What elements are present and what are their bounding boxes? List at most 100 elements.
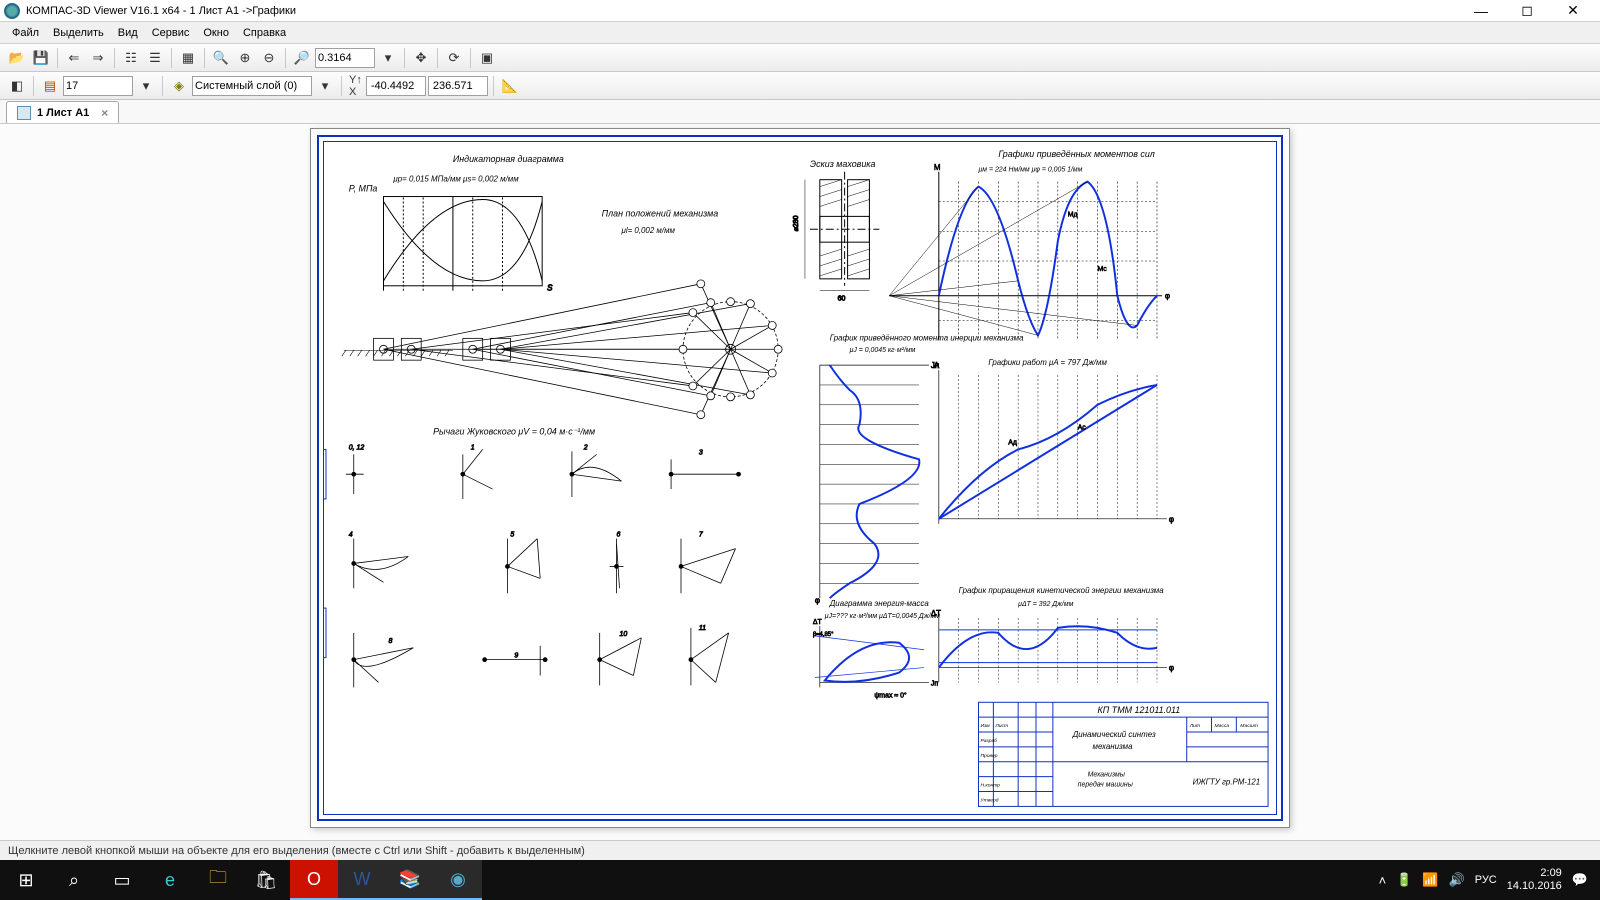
menu-select[interactable]: Выделить xyxy=(47,25,110,41)
menu-window[interactable]: Окно xyxy=(197,25,235,41)
redraw-icon[interactable]: ⟳ xyxy=(443,47,465,69)
svg-text:Aс: Aс xyxy=(1078,425,1087,432)
pan-icon[interactable]: ✥ xyxy=(410,47,432,69)
language-indicator[interactable]: РУС xyxy=(1475,874,1497,886)
svg-text:Провер: Провер xyxy=(980,753,997,759)
close-button[interactable]: ✕ xyxy=(1550,1,1596,21)
menu-help[interactable]: Справка xyxy=(237,25,292,41)
zoom-value-combo[interactable] xyxy=(315,48,375,68)
toolbar-view: ◧ ▤ ▾ ◈ ▾ Y↑X 📐 xyxy=(0,72,1600,100)
svg-text:8: 8 xyxy=(388,638,392,645)
kompas-taskbar-icon[interactable]: ◉ xyxy=(434,860,482,900)
svg-text:μp= 0,015 МПа/мм μs= 0,002 м: μp= 0,015 МПа/мм μs= 0,002 м/мм xyxy=(392,175,519,184)
svg-text:M: M xyxy=(934,163,941,172)
zoom-window-icon[interactable]: 🔎 xyxy=(291,47,313,69)
tab-close-icon[interactable]: × xyxy=(101,106,108,120)
svg-text:Лит: Лит xyxy=(1189,723,1200,729)
svg-text:Эскиз маховика: Эскиз маховика xyxy=(810,159,876,169)
coord-x-field[interactable] xyxy=(366,76,426,96)
svg-text:9: 9 xyxy=(514,653,518,660)
open-file-icon[interactable]: 📂 xyxy=(6,47,28,69)
drawing-canvas[interactable]: Индикаторная диаграмма P, МПа μp= 0,015 … xyxy=(0,124,1600,840)
statusbar: Щелкните левой кнопкой мыши на объекте д… xyxy=(0,840,1600,860)
windows-taskbar: ⊞ ⌕ ▭ e 🗀 🛍 O W 📚 ◉ ˄ 🔋 📶 🔊 РУС 2:09 14.… xyxy=(0,860,1600,900)
svg-text:μJ=??? кг·м²/мм μΔT=0,0045 Д: μJ=??? кг·м²/мм μΔT=0,0045 Дж/мм xyxy=(824,613,940,620)
edge-icon[interactable]: e xyxy=(146,860,194,900)
svg-text:11: 11 xyxy=(699,625,706,632)
document-icon xyxy=(17,106,31,120)
left-panel-icon[interactable]: ◧ xyxy=(6,75,28,97)
svg-text:План положений механизма: План положений механизма xyxy=(602,208,719,218)
wifi-icon[interactable]: 📶 xyxy=(1422,872,1438,888)
svg-text:Графики приведённых моментов с: Графики приведённых моментов сил xyxy=(998,149,1155,159)
svg-text:Индикаторная диаграмма: Индикаторная диаграмма xyxy=(453,154,564,164)
svg-text:механизма: механизма xyxy=(1093,742,1134,751)
sheet: Индикаторная диаграмма P, МПа μp= 0,015 … xyxy=(310,128,1290,828)
svg-text:Лист: Лист xyxy=(994,723,1008,729)
sheet-icon[interactable]: ▤ xyxy=(39,75,61,97)
svg-text:2: 2 xyxy=(583,444,588,451)
store-icon[interactable]: 🛍 xyxy=(242,860,290,900)
maximize-button[interactable]: ◻ xyxy=(1504,1,1550,21)
coord-y-field[interactable] xyxy=(428,76,488,96)
volume-icon[interactable]: 🔊 xyxy=(1449,872,1465,888)
layer-icon[interactable]: ◈ xyxy=(168,75,190,97)
nav-forward-icon[interactable]: ⇒ xyxy=(87,47,109,69)
svg-text:ΔT: ΔT xyxy=(813,619,823,626)
nav-back-icon[interactable]: ⇐ xyxy=(63,47,85,69)
drawing-content: Индикаторная диаграмма P, МПа μp= 0,015 … xyxy=(324,142,1276,816)
svg-text:Механизмы: Механизмы xyxy=(1088,772,1125,779)
menu-service[interactable]: Сервис xyxy=(146,25,196,41)
action-center-icon[interactable]: 💬 xyxy=(1572,872,1588,888)
explorer-icon[interactable]: 🗀 xyxy=(194,860,242,900)
svg-text:Mд: Mд xyxy=(1068,211,1078,218)
svg-text:μJ = 0,0045 кг·м²/мм: μJ = 0,0045 кг·м²/мм xyxy=(849,347,916,354)
zoom-in-icon[interactable]: ⊕ xyxy=(234,47,256,69)
properties-icon[interactable]: ▦ xyxy=(177,47,199,69)
window-title: КОМПАС-3D Viewer V16.1 x64 - 1 Лист А1 -… xyxy=(26,5,1458,17)
svg-text:4: 4 xyxy=(349,532,353,539)
window-titlebar: КОМПАС-3D Viewer V16.1 x64 - 1 Лист А1 -… xyxy=(0,0,1600,22)
svg-text:φ: φ xyxy=(1165,292,1170,301)
number-dropdown-icon[interactable]: ▾ xyxy=(135,75,157,97)
zoom-out-icon[interactable]: ⊖ xyxy=(258,47,280,69)
svg-text:Масса: Масса xyxy=(1215,723,1230,729)
svg-text:6: 6 xyxy=(617,532,621,539)
minimize-button[interactable]: — xyxy=(1458,1,1504,21)
word-icon[interactable]: W xyxy=(338,860,386,900)
svg-text:Диаграмма энергия-масса: Диаграмма энергия-масса xyxy=(829,599,930,608)
start-button[interactable]: ⊞ xyxy=(2,860,50,900)
layer-combo[interactable] xyxy=(192,76,312,96)
toolbar-standard: 📂 💾 ⇐ ⇒ ☷ ☰ ▦ 🔍 ⊕ ⊖ 🔎 ▾ ✥ ⟳ ▣ xyxy=(0,44,1600,72)
battery-icon[interactable]: 🔋 xyxy=(1396,872,1412,888)
display-mode-icon[interactable]: ▣ xyxy=(476,47,498,69)
cortana-search-icon[interactable]: ⌕ xyxy=(50,860,98,900)
system-tray[interactable]: ˄ 🔋 📶 🔊 РУС 2:09 14.10.2016 💬 xyxy=(1379,867,1598,893)
svg-text:Mс: Mс xyxy=(1097,266,1107,273)
zoom-dropdown-icon[interactable]: ▾ xyxy=(377,47,399,69)
number-combo[interactable] xyxy=(63,76,133,96)
svg-text:Н.контр: Н.контр xyxy=(980,783,1000,789)
status-text: Щелкните левой кнопкой мыши на объекте д… xyxy=(8,845,585,857)
menu-file[interactable]: Файл xyxy=(6,25,45,41)
svg-text:φ: φ xyxy=(1169,515,1174,524)
tray-chevron-icon[interactable]: ˄ xyxy=(1379,873,1387,888)
measure-icon[interactable]: 📐 xyxy=(499,75,521,97)
winrar-icon[interactable]: 📚 xyxy=(386,860,434,900)
zoom-fit-icon[interactable]: 🔍 xyxy=(210,47,232,69)
svg-text:передач машины: передач машины xyxy=(1078,781,1133,789)
tab-sheet-a1[interactable]: 1 Лист А1 × xyxy=(6,101,119,123)
menu-view[interactable]: Вид xyxy=(112,25,144,41)
clock[interactable]: 2:09 14.10.2016 xyxy=(1507,867,1562,893)
task-view-icon[interactable]: ▭ xyxy=(98,860,146,900)
save-as-icon[interactable]: 💾 xyxy=(30,47,52,69)
svg-text:Динамический синтез: Динамический синтез xyxy=(1072,730,1156,739)
svg-text:Разраб: Разраб xyxy=(980,738,997,744)
svg-text:φ: φ xyxy=(815,596,820,605)
svg-text:β≈4,85°: β≈4,85° xyxy=(813,632,834,638)
view-tree-icon[interactable]: ☷ xyxy=(120,47,142,69)
svg-text:Графики работ μA = 797 Дж/мм: Графики работ μA = 797 Дж/мм xyxy=(988,358,1107,367)
view-list-icon[interactable]: ☰ xyxy=(144,47,166,69)
layer-dropdown-icon[interactable]: ▾ xyxy=(314,75,336,97)
opera-icon[interactable]: O xyxy=(290,860,338,900)
